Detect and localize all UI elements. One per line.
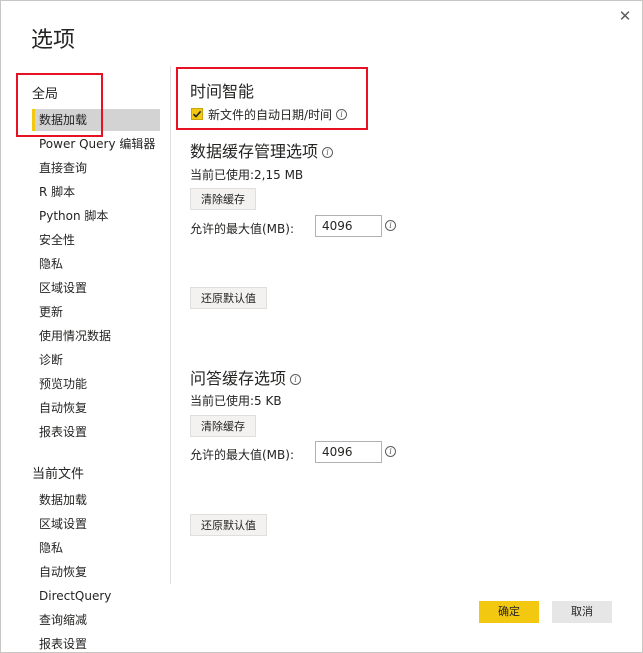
data-cache-restore-defaults-button[interactable]: 还原默认值 [190,287,267,309]
qa-cache-max-label: 允许的最大值(MB): [190,448,294,462]
sidebar-item-file-auto-recovery[interactable]: 自动恢复 [32,561,160,583]
qa-cache-restore-defaults-button[interactable]: 还原默认值 [190,514,267,536]
data-cache-clear-button[interactable]: 清除缓存 [190,188,256,210]
sidebar-item-direct-query[interactable]: 直接查询 [32,157,160,179]
close-icon[interactable]: ✕ [613,5,637,27]
info-icon[interactable]: i [385,446,396,457]
sidebar-item-report-settings[interactable]: 报表设置 [32,421,160,443]
cancel-button[interactable]: 取消 [552,601,612,623]
sidebar-header-global: 全局 [32,87,59,102]
data-cache-max-input[interactable] [315,215,382,237]
info-icon[interactable]: i [290,374,302,385]
sidebar-item-python-script[interactable]: Python 脚本 [32,205,160,227]
sidebar-item-file-report-settings[interactable]: 报表设置 [32,633,160,653]
sidebar-item-file-regional-settings[interactable]: 区域设置 [32,513,160,535]
info-icon[interactable]: i [385,220,396,231]
dialog-title: 选项 [31,28,76,53]
options-dialog: ✕ 选项 全局 数据加载 Power Query 编辑器 直接查询 R 脚本 P… [0,0,643,653]
sidebar-header-current-file: 当前文件 [32,467,85,482]
qa-cache-clear-button[interactable]: 清除缓存 [190,415,256,437]
info-icon[interactable]: i [336,109,348,120]
data-cache-heading: 数据缓存管理选项 i [190,138,334,162]
sidebar-item-privacy[interactable]: 隐私 [32,253,160,275]
qa-cache-current-usage: 当前已使用:5 KB [190,394,282,408]
sidebar-item-usage-data[interactable]: 使用情况数据 [32,325,160,347]
sidebar-item-file-query-reduction[interactable]: 查询缩减 [32,609,160,631]
qa-cache-max-input[interactable] [315,441,382,463]
checkmark-icon [192,110,202,118]
sidebar-item-data-load[interactable]: 数据加载 [32,109,160,131]
sidebar-item-r-script[interactable]: R 脚本 [32,181,160,203]
auto-date-time-label: 新文件的自动日期/时间 i [208,106,348,123]
auto-date-time-checkbox[interactable] [191,108,203,120]
sidebar-item-power-query-editor[interactable]: Power Query 编辑器 [32,133,160,155]
sidebar-item-security[interactable]: 安全性 [32,229,160,251]
sidebar-item-diagnostics[interactable]: 诊断 [32,349,160,371]
info-icon[interactable]: i [322,147,334,158]
ok-button[interactable]: 确定 [479,601,539,623]
qa-cache-heading: 问答缓存选项 i [190,365,302,389]
sidebar-item-file-directquery[interactable]: DirectQuery [32,585,160,607]
data-cache-current-usage: 当前已使用:2,15 MB [190,168,304,182]
sidebar-divider [170,66,171,584]
sidebar-item-preview-features[interactable]: 预览功能 [32,373,160,395]
sidebar-item-regional-settings[interactable]: 区域设置 [32,277,160,299]
sidebar-item-auto-recovery[interactable]: 自动恢复 [32,397,160,419]
sidebar-item-file-privacy[interactable]: 隐私 [32,537,160,559]
sidebar-item-file-data-load[interactable]: 数据加载 [32,489,160,511]
data-cache-max-label: 允许的最大值(MB): [190,222,294,236]
time-intelligence-heading: 时间智能 [190,82,255,101]
sidebar-item-updates[interactable]: 更新 [32,301,160,323]
